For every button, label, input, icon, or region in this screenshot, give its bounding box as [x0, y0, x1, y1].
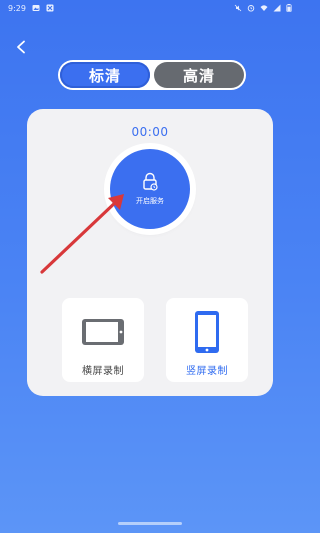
status-time: 9:29: [8, 3, 26, 13]
alarm-icon: [247, 5, 255, 12]
start-service-label: 开启服务: [136, 197, 164, 205]
lock-icon: [143, 172, 158, 191]
image-icon: [32, 5, 40, 11]
gesture-navigation-bar[interactable]: [118, 522, 182, 525]
landscape-record-option[interactable]: 横屏录制: [62, 298, 144, 382]
tab-high-definition-label: 高清: [182, 66, 215, 85]
tab-standard-definition[interactable]: 标清: [60, 62, 150, 88]
phone-portrait-icon: [195, 311, 219, 353]
back-button[interactable]: [12, 38, 30, 56]
tab-standard-definition-label: 标清: [88, 66, 121, 85]
phone-landscape-icon: [82, 319, 124, 345]
signal-icon: [273, 4, 281, 12]
chevron-left-icon: [17, 40, 25, 54]
app-notification-icon: [46, 4, 54, 12]
wifi-icon: [260, 5, 268, 11]
tab-high-definition[interactable]: 高清: [154, 62, 244, 88]
battery-icon: [286, 4, 292, 12]
annotation-arrow-icon: [40, 194, 124, 274]
quality-segmented-control: 标清 高清: [58, 60, 246, 90]
status-bar: 9:29: [0, 0, 300, 16]
recording-timer: 00:00: [131, 125, 169, 139]
mute-icon: [234, 4, 242, 12]
landscape-record-label: 横屏录制: [82, 366, 124, 377]
portrait-record-option[interactable]: 竖屏录制: [166, 298, 248, 382]
portrait-record-label: 竖屏录制: [186, 366, 228, 377]
